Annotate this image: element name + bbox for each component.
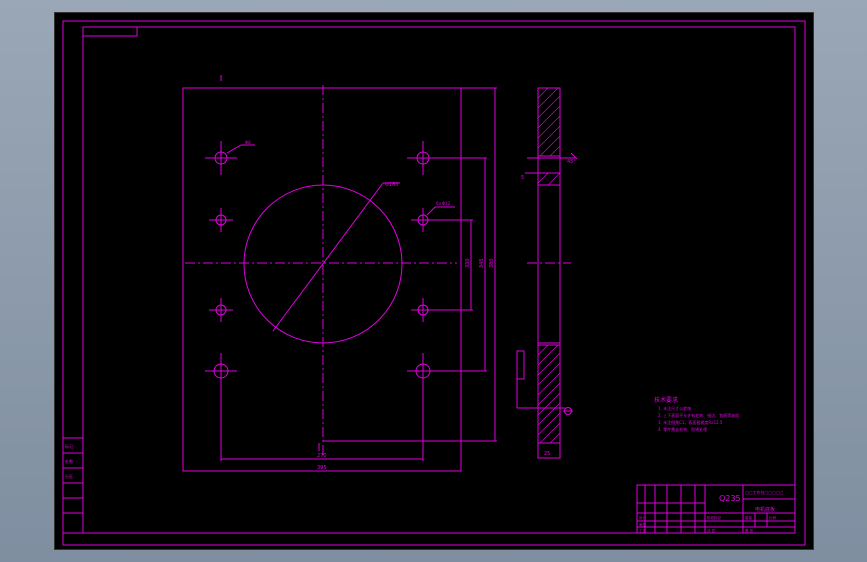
revision-strip: 标记 处数 分区 [62, 437, 84, 534]
title-row-label: 设计 [639, 515, 647, 520]
sheet-info: 共 张 [707, 528, 716, 533]
small-hole-leader [226, 144, 242, 154]
hole-group-left [205, 141, 237, 389]
tech-req-item: 3. 未注倒角C1，表面粗糙度Ra12.5 [658, 419, 723, 425]
dim-width-holes: 270 [317, 453, 327, 459]
sheet-border-inner [82, 26, 796, 534]
tech-req-item: 4. 零件需去毛刺、防锈处理 [658, 426, 707, 432]
small-hole-label: Φ8 [245, 140, 251, 145]
strip-label: 标记 [65, 443, 73, 449]
side-dim-thickness: 25 [544, 451, 550, 457]
dim-width-outer: 395 [317, 465, 327, 471]
hole-callout-label: 6×Φ12 [436, 201, 451, 206]
title-row-label: 工艺 [639, 528, 647, 533]
scale-label: 阶段标记 [707, 515, 721, 520]
dim-height-1: 330 [465, 258, 471, 268]
part-name: 电机底板 [755, 506, 775, 513]
hole-group-right [407, 141, 439, 389]
cad-viewport[interactable]: Φ160 Φ8 6×Φ12 330 345 380 270 395 5 45° … [55, 13, 813, 549]
side-view [516, 87, 578, 459]
drawing-canvas: Φ160 Φ8 6×Φ12 330 345 380 270 395 5 45° … [62, 20, 806, 546]
dim-height-2: 345 [479, 258, 485, 268]
scale-label: 比例 [769, 515, 777, 520]
section-hatching [537, 87, 561, 444]
technical-requirements: 技术要求 1. 未注尺寸公差按 2. 上下表面不允许有毛刺、锐边、划痕等缺陷 3… [654, 396, 739, 432]
plate-outline [182, 87, 462, 472]
scale-label: 重量 [745, 515, 753, 520]
project-title: □□工作台□□□□□ [745, 489, 784, 495]
sheet-info: 第 张 [745, 528, 754, 533]
strip-label: 分区 [65, 473, 73, 479]
title-block: Q235 □□工作台□□□□□ 电机底板 设计 审核 工艺 阶段标记 重量 比例… [636, 484, 796, 534]
tech-req-heading: 技术要求 [654, 396, 678, 404]
hole-callout-leader [426, 206, 436, 216]
strip-label: 处数 [65, 458, 73, 464]
tech-req-item: 2. 上下表面不允许有毛刺、锐边、划痕等缺陷 [658, 412, 739, 418]
circle-diameter-label: Φ160 [385, 182, 398, 188]
material-label: Q235 [719, 494, 741, 503]
sheet-border-outer [62, 20, 806, 546]
dim-height-3: 380 [489, 258, 495, 268]
side-view-outline [537, 87, 561, 459]
side-dim-left: 5 [521, 175, 524, 181]
title-row-label: 审核 [639, 522, 647, 527]
corner-label-box [82, 26, 138, 37]
diameter-leader [272, 182, 384, 332]
tech-req-item: 1. 未注尺寸公差按 [658, 405, 691, 411]
horizontal-dimensions [220, 389, 424, 461]
side-dim-angle: 45° [567, 159, 576, 165]
